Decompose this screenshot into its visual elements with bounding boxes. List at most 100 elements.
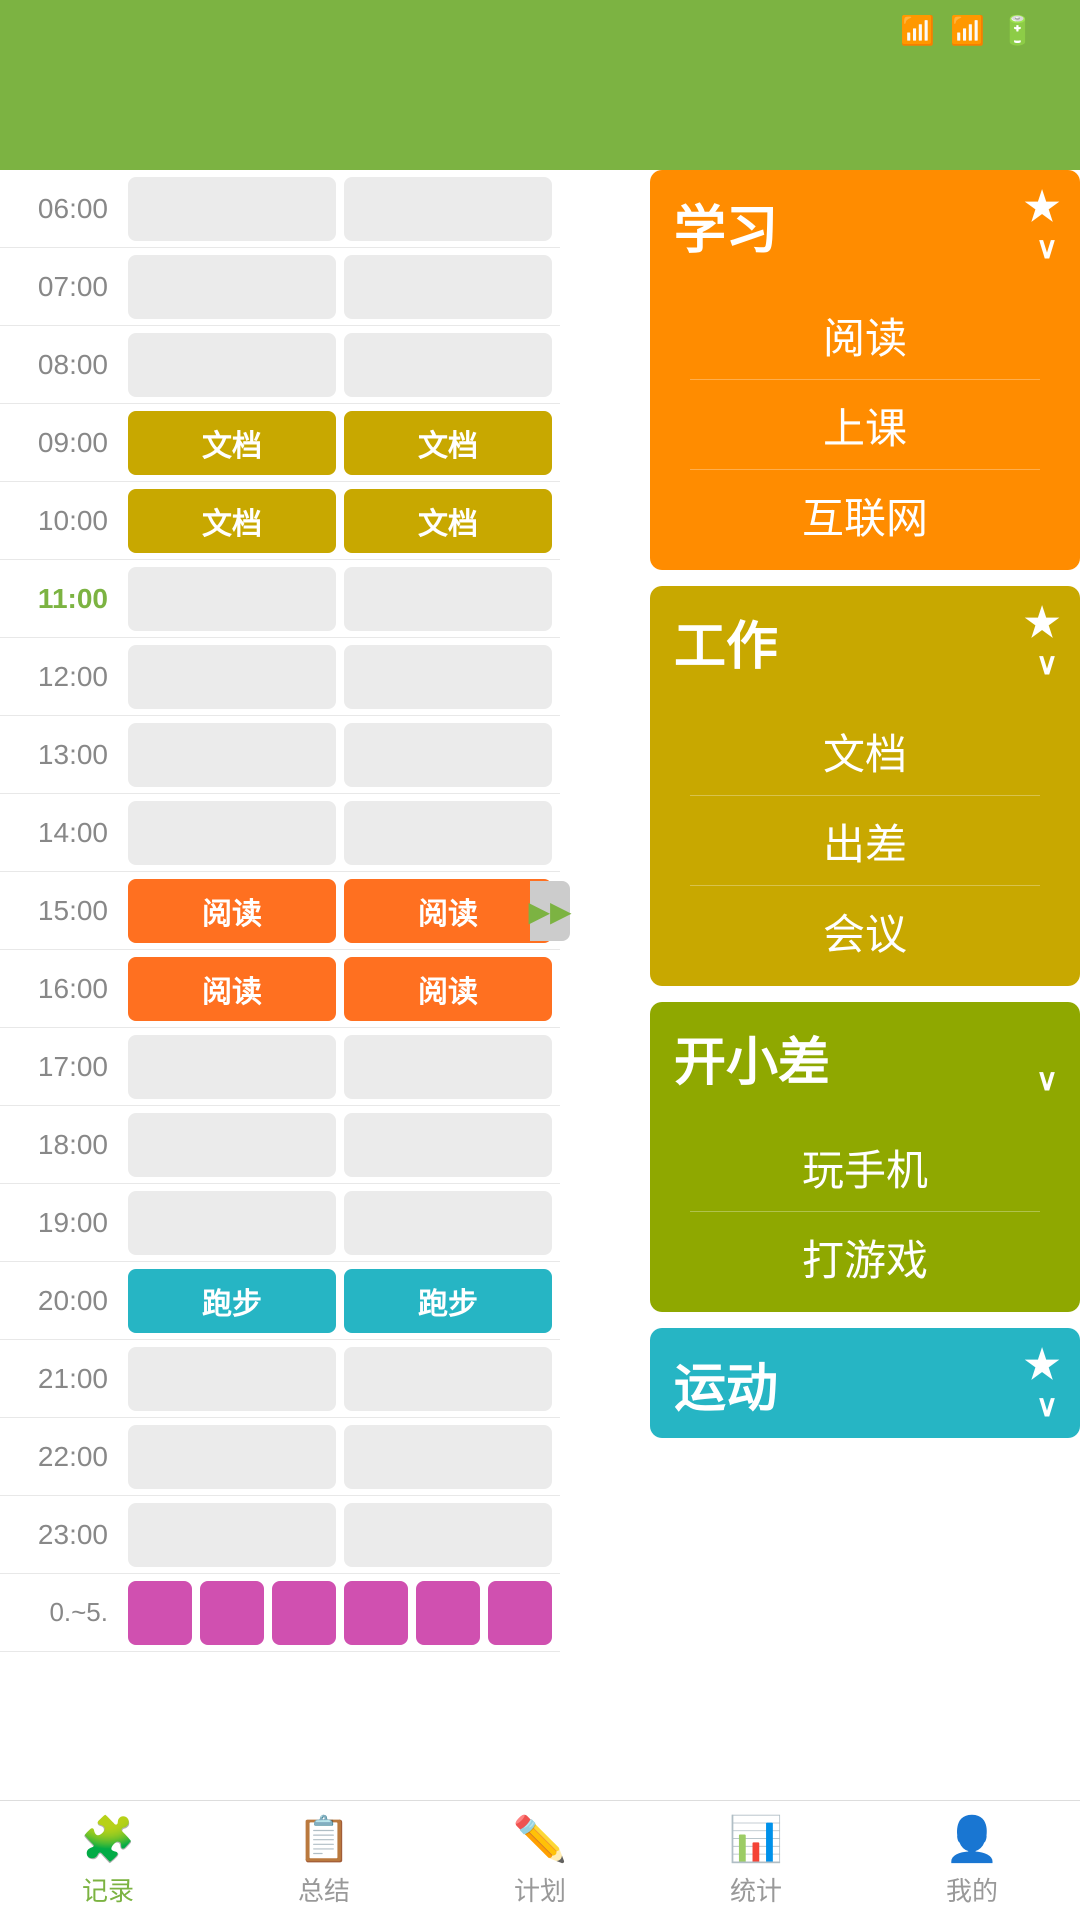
star-icon: ★ <box>1024 1342 1060 1388</box>
time-label: 14:00 <box>0 817 120 849</box>
time-block-col2[interactable] <box>344 1425 552 1489</box>
time-block-col2[interactable] <box>344 1113 552 1177</box>
time-label: 10:00 <box>0 505 120 537</box>
time-block-col1[interactable]: 文档 <box>128 489 336 553</box>
time-block-col1[interactable] <box>128 1347 336 1411</box>
chevron-down-icon: ∨ <box>1036 231 1058 266</box>
time-label: 07:00 <box>0 271 120 303</box>
time-block-col1[interactable] <box>128 1191 336 1255</box>
cat-label: 开小差 <box>674 1020 830 1095</box>
nav-item-stats[interactable]: 📊 统计 <box>648 1801 864 1920</box>
time-block-col1[interactable]: 文档 <box>128 411 336 475</box>
time-block-col2[interactable] <box>344 645 552 709</box>
nav-icon-summary: 📋 <box>297 1813 352 1865</box>
cat-item[interactable]: 互联网 <box>650 470 1080 560</box>
nav-item-record[interactable]: 🧩记录 <box>0 1801 216 1920</box>
cat-header-work[interactable]: 工作★∨ <box>650 586 1080 696</box>
category-panel: 学习★∨阅读上课互联网工作★∨文档出差会议开小差∨玩手机打游戏运动★∨ <box>650 170 1080 1800</box>
time-row: 22:00 <box>0 1418 560 1496</box>
cat-header-exercise[interactable]: 运动★∨ <box>650 1328 1080 1438</box>
time-row: 15:00阅读阅读 <box>0 872 560 950</box>
time-block-col1[interactable]: 阅读 <box>128 879 336 943</box>
side-arrow[interactable]: ▶▶ <box>530 881 570 941</box>
nav-item-plan[interactable]: ✏️计划 <box>432 1801 648 1920</box>
time-blocks: 文档文档 <box>120 483 560 559</box>
category-group-work: 工作★∨ 文档出差会议 <box>650 586 1080 986</box>
nav-label-mine: 我的 <box>946 1871 998 1908</box>
time-label: 21:00 <box>0 1363 120 1395</box>
time-block-col1[interactable] <box>128 177 336 241</box>
time-block-col2[interactable] <box>344 567 552 631</box>
time-block-col2[interactable] <box>344 177 552 241</box>
time-block-purple[interactable] <box>272 1581 336 1645</box>
time-blocks: 阅读阅读 <box>120 873 560 949</box>
time-label: 09:00 <box>0 427 120 459</box>
time-block-col2[interactable]: 阅读 <box>344 957 552 1021</box>
time-row: 18:00 <box>0 1106 560 1184</box>
time-block-col1[interactable] <box>128 723 336 787</box>
time-block-col2[interactable] <box>344 1191 552 1255</box>
cat-header-slack[interactable]: 开小差 ∨ <box>650 1002 1080 1112</box>
time-block-purple[interactable] <box>488 1581 552 1645</box>
time-label: 0.~5. <box>0 1597 120 1628</box>
time-block-col2[interactable] <box>344 723 552 787</box>
time-block-col2[interactable] <box>344 1035 552 1099</box>
time-block-col2[interactable] <box>344 1503 552 1567</box>
time-row: 19:00 <box>0 1184 560 1262</box>
time-block-col2[interactable]: 阅读 <box>344 879 552 943</box>
time-block-purple[interactable] <box>200 1581 264 1645</box>
time-blocks <box>120 1029 560 1105</box>
time-blocks <box>120 1107 560 1183</box>
timeline: 06:0007:0008:0009:00文档文档10:00文档文档11:0012… <box>0 170 560 1800</box>
time-label: 06:00 <box>0 193 120 225</box>
time-row: 06:00 <box>0 170 560 248</box>
time-row: 16:00阅读阅读 <box>0 950 560 1028</box>
time-block-purple[interactable] <box>344 1581 408 1645</box>
time-block-col2[interactable]: 跑步 <box>344 1269 552 1333</box>
time-block-col1[interactable] <box>128 801 336 865</box>
cat-item[interactable]: 玩手机 <box>650 1122 1080 1212</box>
time-label: 13:00 <box>0 739 120 771</box>
time-block-col2[interactable]: 文档 <box>344 411 552 475</box>
time-block-col1[interactable] <box>128 1035 336 1099</box>
wifi-icon: 📶 <box>900 14 935 47</box>
time-block-col2[interactable] <box>344 333 552 397</box>
nav-icon-stats: 📊 <box>729 1813 784 1865</box>
cat-item[interactable]: 文档 <box>650 706 1080 796</box>
time-block-col1[interactable] <box>128 333 336 397</box>
time-block-col1[interactable] <box>128 1425 336 1489</box>
time-row: 21:00 <box>0 1340 560 1418</box>
cat-item[interactable]: 打游戏 <box>650 1212 1080 1302</box>
time-block-col1[interactable] <box>128 645 336 709</box>
time-block-purple[interactable] <box>416 1581 480 1645</box>
time-block-col1[interactable] <box>128 1113 336 1177</box>
time-block-purple[interactable] <box>128 1581 192 1645</box>
time-block-col2[interactable] <box>344 1347 552 1411</box>
status-right: 📶 📶 🔋 <box>900 14 1050 47</box>
time-blocks <box>120 1419 560 1495</box>
nav-item-mine[interactable]: 👤我的 <box>864 1801 1080 1920</box>
time-blocks <box>120 639 560 715</box>
nav-item-summary[interactable]: 📋总结 <box>216 1801 432 1920</box>
time-blocks <box>120 1575 560 1651</box>
cat-item[interactable]: 阅读 <box>650 290 1080 380</box>
time-block-col2[interactable] <box>344 801 552 865</box>
time-label: 20:00 <box>0 1285 120 1317</box>
time-block-col1[interactable] <box>128 1503 336 1567</box>
time-block-col1[interactable]: 跑步 <box>128 1269 336 1333</box>
cat-item[interactable]: 出差 <box>650 796 1080 886</box>
cat-body-study: 阅读上课互联网 <box>650 280 1080 570</box>
time-label: 08:00 <box>0 349 120 381</box>
nav-label-stats: 统计 <box>730 1871 782 1908</box>
time-block-col2[interactable] <box>344 255 552 319</box>
time-block-col1[interactable] <box>128 567 336 631</box>
cat-label: 学习 <box>674 188 778 263</box>
time-blocks <box>120 171 560 247</box>
cat-header-study[interactable]: 学习★∨ <box>650 170 1080 280</box>
time-block-col2[interactable]: 文档 <box>344 489 552 553</box>
cat-item[interactable]: 会议 <box>650 886 1080 976</box>
cat-item[interactable]: 上课 <box>650 380 1080 470</box>
time-block-col1[interactable]: 阅读 <box>128 957 336 1021</box>
time-block-col1[interactable] <box>128 255 336 319</box>
chevron-down-icon: ∨ <box>1036 1063 1058 1098</box>
